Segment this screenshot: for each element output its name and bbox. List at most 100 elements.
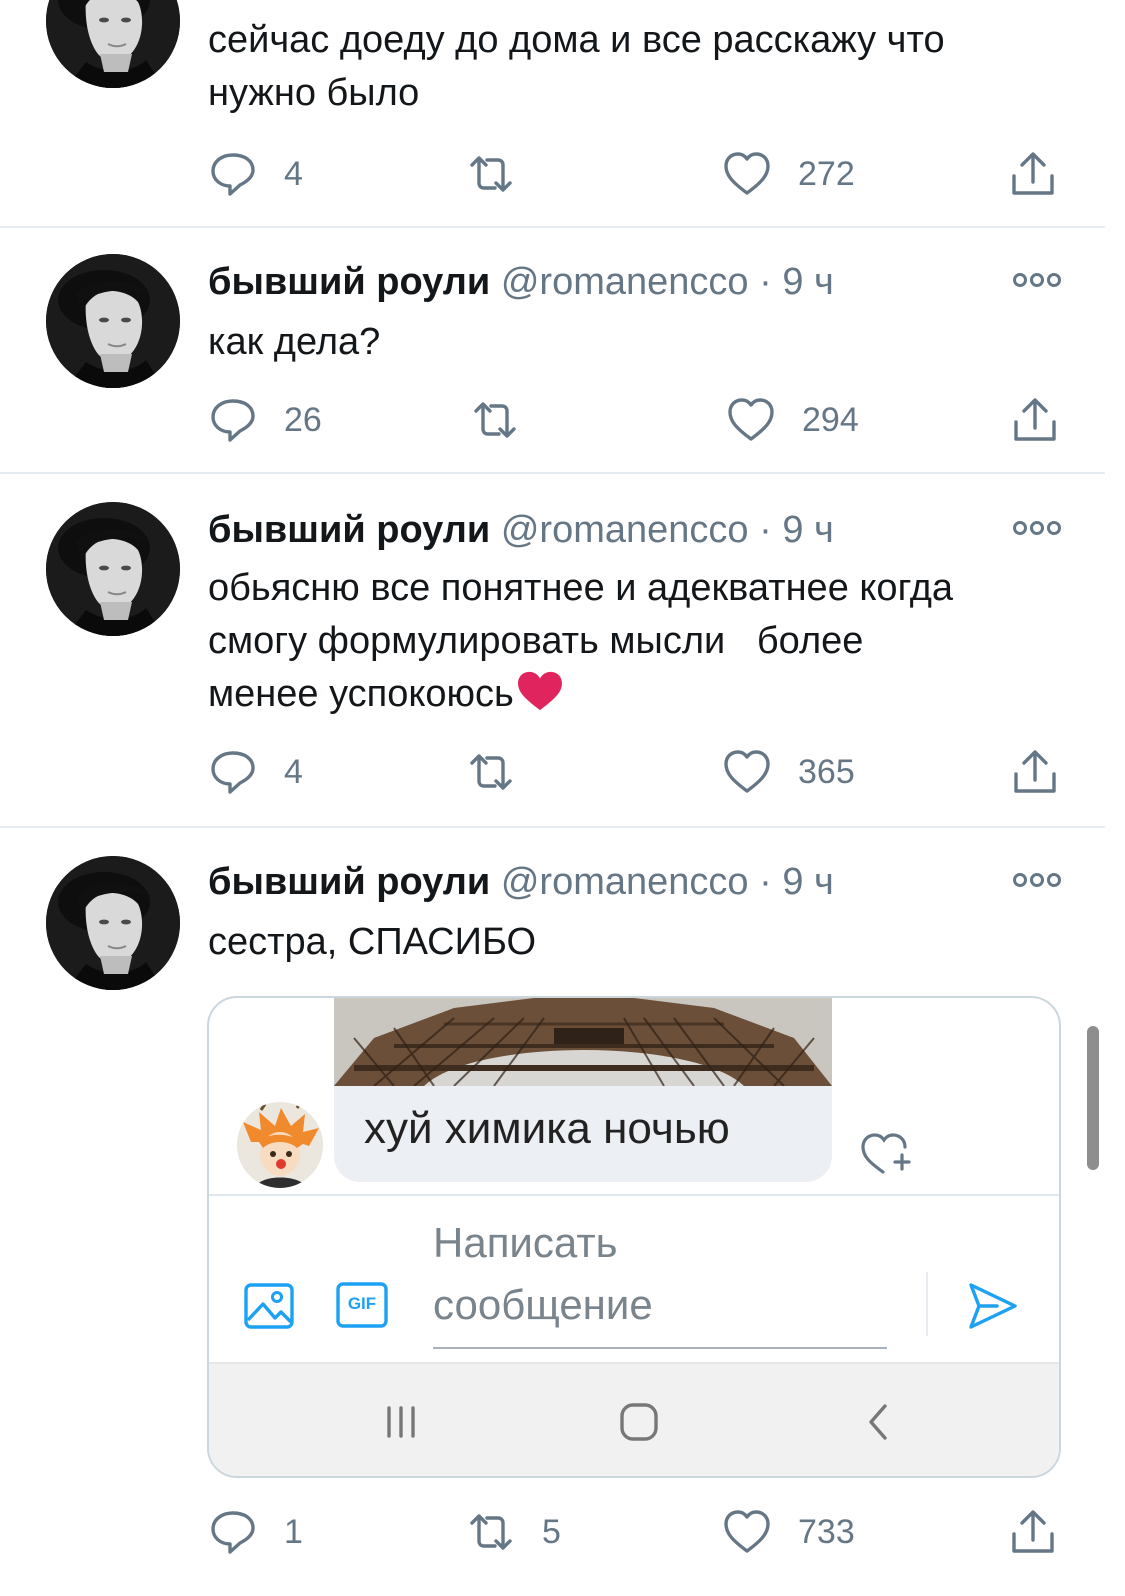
like-button[interactable]: 294 xyxy=(726,390,859,450)
android-nav-bar xyxy=(209,1362,1059,1476)
tweet-media-screenshot[interactable]: хуй химика ночью GIF Написать сообщение xyxy=(207,996,1061,1478)
timestamp[interactable]: 9 ч xyxy=(782,861,834,903)
tweet-header: бывший роули @romanencco · 9 ч xyxy=(208,260,834,304)
share-button[interactable] xyxy=(1010,742,1060,802)
reply-button[interactable]: 4 xyxy=(208,742,303,802)
like-count: 733 xyxy=(798,1512,855,1551)
chat-message-text: хуй химика ночью xyxy=(364,1104,730,1153)
display-name[interactable]: бывший роули xyxy=(208,261,490,303)
tweet-actions: 26 294 xyxy=(0,390,1125,450)
retweet-icon xyxy=(466,1507,516,1557)
like-icon xyxy=(722,149,772,199)
tweet-text-line: нужно было xyxy=(208,72,420,114)
reply-count: 4 xyxy=(284,752,303,791)
send-icon[interactable] xyxy=(967,1281,1019,1331)
more-icon[interactable] xyxy=(1012,870,1062,890)
tweet-text: сестра, СПАСИБО xyxy=(208,916,1088,969)
display-name[interactable]: бывший роули xyxy=(208,509,490,551)
share-icon xyxy=(1010,395,1060,445)
tweet-text: как дела? xyxy=(208,316,1088,369)
like-count: 294 xyxy=(802,400,859,439)
tweet-actions: 4 365 xyxy=(0,742,1125,802)
reply-icon xyxy=(208,747,258,797)
nav-home-icon[interactable] xyxy=(617,1400,661,1444)
tweet-text: сейчас доеду до дома и все расскажу что … xyxy=(208,14,1088,120)
gif-button[interactable]: GIF xyxy=(335,1280,389,1330)
share-button[interactable] xyxy=(1010,390,1060,450)
image-icon[interactable] xyxy=(243,1280,295,1332)
share-button[interactable] xyxy=(1008,1502,1058,1562)
red-heart-icon xyxy=(517,671,562,711)
reply-button[interactable]: 1 xyxy=(208,1502,303,1562)
divider xyxy=(0,226,1105,228)
chat-message-bubble[interactable]: хуй химика ночью xyxy=(334,1086,832,1182)
chat-avatar[interactable] xyxy=(237,1102,323,1188)
tweet-header: бывший роули @romanencco · 9 ч xyxy=(208,860,834,904)
scrollbar[interactable] xyxy=(1087,1026,1099,1170)
handle[interactable]: @romanencco xyxy=(501,261,749,303)
nav-recents-icon[interactable] xyxy=(379,1400,423,1444)
share-icon xyxy=(1008,149,1058,199)
retweet-button[interactable]: 5 xyxy=(466,1502,561,1562)
avatar-photo xyxy=(46,0,180,88)
tweet-text-line: менее успокоюсь xyxy=(208,673,514,715)
avatar[interactable] xyxy=(46,254,180,388)
reply-button[interactable]: 4 xyxy=(208,144,303,204)
avatar-photo xyxy=(46,254,180,388)
timestamp[interactable]: 9 ч xyxy=(782,509,834,551)
reply-count: 4 xyxy=(284,154,303,193)
timestamp[interactable]: 9 ч xyxy=(782,261,834,303)
tweet-actions: 4 272 xyxy=(0,144,1125,204)
like-icon xyxy=(722,747,772,797)
avatar-photo xyxy=(46,856,180,990)
tweet-text-line-with-emoji: менее успокоюсь xyxy=(208,668,1088,721)
tweet-text: обьясню все понятнее и адекватнее когда … xyxy=(208,562,1088,721)
tweet-text-line: сейчас доеду до дома и все расскажу что xyxy=(208,19,945,61)
more-icon[interactable] xyxy=(1012,518,1062,538)
reply-count: 1 xyxy=(284,1512,303,1551)
divider xyxy=(0,472,1105,474)
avatar[interactable] xyxy=(46,856,180,990)
share-button[interactable] xyxy=(1008,144,1058,204)
compose-separator xyxy=(926,1272,928,1336)
like-button[interactable]: 272 xyxy=(722,144,855,204)
like-icon xyxy=(726,395,776,445)
message-placeholder-line: сообщение xyxy=(433,1281,653,1328)
retweet-count: 5 xyxy=(542,1512,561,1551)
share-icon xyxy=(1008,1507,1058,1557)
avatar[interactable] xyxy=(46,502,180,636)
avatar[interactable] xyxy=(46,0,180,88)
display-name[interactable]: бывший роули xyxy=(208,861,490,903)
handle[interactable]: @romanencco xyxy=(501,861,749,903)
nav-back-icon[interactable] xyxy=(857,1400,901,1444)
retweet-button[interactable] xyxy=(466,742,516,802)
retweet-icon xyxy=(466,149,516,199)
retweet-button[interactable] xyxy=(466,144,516,204)
avatar-photo xyxy=(46,502,180,636)
separator-dot: · xyxy=(759,509,772,551)
retweet-icon xyxy=(466,747,516,797)
tweet-header: бывший роули @romanencco · 9 ч xyxy=(208,508,834,552)
handle[interactable]: @romanencco xyxy=(501,509,749,551)
message-input[interactable]: Написать сообщение xyxy=(433,1212,887,1349)
like-button[interactable]: 733 xyxy=(722,1502,855,1562)
tweet-text-line: сестра, СПАСИБО xyxy=(208,921,537,963)
message-placeholder-line: Написать xyxy=(433,1219,618,1266)
like-plus-icon[interactable] xyxy=(857,1128,913,1178)
compose-divider xyxy=(209,1194,1059,1196)
divider xyxy=(0,826,1105,828)
tweet-text-line: смогу формулировать мысли более xyxy=(208,620,864,662)
like-count: 365 xyxy=(798,752,855,791)
reply-count: 26 xyxy=(284,400,322,439)
gif-label: GIF xyxy=(347,1294,377,1313)
like-count: 272 xyxy=(798,154,855,193)
tweet-text-line: обьясню все понятнее и адекватнее когда xyxy=(208,567,954,609)
separator-dot: · xyxy=(759,261,772,303)
like-button[interactable]: 365 xyxy=(722,742,855,802)
retweet-button[interactable] xyxy=(470,390,520,450)
more-icon[interactable] xyxy=(1012,270,1062,290)
eiffel-tower-photo xyxy=(334,998,832,1086)
reply-icon xyxy=(208,1507,258,1557)
reply-button[interactable]: 26 xyxy=(208,390,322,450)
share-icon xyxy=(1010,747,1060,797)
